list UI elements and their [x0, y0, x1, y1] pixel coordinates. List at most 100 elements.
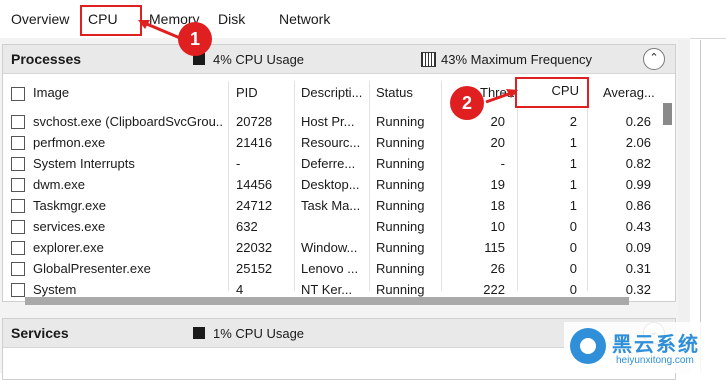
row-checkbox[interactable] [11, 283, 25, 297]
table-row[interactable]: System Interrupts - Deferre... Running - 1 0.8… [3, 153, 663, 174]
row-checkbox[interactable] [11, 241, 25, 255]
cell-status: Running [376, 177, 425, 192]
cell-desc: Resourc... [301, 135, 361, 150]
cpu-tab-highlight [80, 5, 142, 36]
step-badge-2: 2 [450, 86, 484, 120]
cell-cpu: 0 [569, 261, 577, 276]
processes-cpu-usage: 4% CPU Usage [213, 52, 305, 67]
cell-image: System [33, 282, 77, 297]
cell-cpu: 1 [569, 177, 577, 192]
cell-pid: 24712 [236, 198, 273, 213]
table-row[interactable]: explorer.exe 22032 Window... Running 115 0 0.0… [3, 237, 663, 258]
column-status[interactable]: Status [376, 85, 413, 100]
cell-pid: 4 [236, 282, 244, 297]
vertical-scrollbar-thumb[interactable] [663, 103, 672, 125]
cell-pid: 14456 [236, 177, 273, 192]
cell-status: Running [376, 261, 425, 276]
cell-status: Running [376, 219, 425, 234]
cpu-column-highlight: CPU [515, 77, 589, 108]
tab-overview[interactable]: Overview [11, 11, 69, 27]
cell-threads: 10 [490, 219, 505, 234]
cell-avg: 0.26 [625, 114, 651, 129]
row-checkbox[interactable] [11, 220, 25, 234]
processes-max-frequency: 43% Maximum Frequency [441, 52, 592, 67]
cell-status: Running [376, 198, 425, 213]
tab-network[interactable]: Network [279, 11, 330, 27]
processes-header[interactable]: Processes 4% CPU Usage 43% Maximum Frequ… [3, 45, 675, 74]
row-checkbox[interactable] [11, 136, 25, 150]
cell-image: services.exe [33, 219, 106, 234]
step-badge-1: 1 [178, 22, 212, 56]
row-checkbox[interactable] [11, 178, 25, 192]
cell-status: Running [376, 135, 425, 150]
row-checkbox[interactable] [11, 115, 25, 129]
cell-threads: 222 [483, 282, 505, 297]
tab-disk[interactable]: Disk [218, 11, 245, 27]
cell-desc: Desktop... [301, 177, 360, 192]
cell-pid: 21416 [236, 135, 273, 150]
table-row[interactable]: Taskmgr.exe 24712 Task Ma... Running 18 1 0.86 [3, 195, 663, 216]
arrow-icon [138, 20, 181, 40]
cpu-column-label: CPU [551, 83, 579, 98]
cloud-logo-icon [570, 328, 606, 364]
cell-cpu: 0 [569, 219, 577, 234]
horizontal-scrollbar[interactable] [25, 297, 629, 305]
cell-pid: 632 [236, 219, 258, 234]
table-row[interactable]: svchost.exe (ClipboardSvcGrou... 20728 Hos… [3, 111, 663, 132]
cell-desc: Deferre... [301, 156, 356, 171]
cell-cpu: 2 [569, 114, 577, 129]
table-row[interactable]: perfmon.exe 21416 Resourc... Running 20 1 2.06 [3, 132, 663, 153]
row-checkbox[interactable] [11, 157, 25, 171]
collapse-chevron-up-icon[interactable]: ⌃ [643, 48, 665, 70]
cell-desc: Host Pr... [301, 114, 355, 129]
cell-avg: 0.31 [625, 261, 651, 276]
processes-title: Processes [11, 51, 82, 67]
cell-image: svchost.exe (ClipboardSvcGrou... [33, 114, 223, 129]
cell-status: Running [376, 156, 425, 171]
column-average[interactable]: Averag... [603, 85, 655, 100]
select-all-checkbox[interactable] [11, 87, 25, 101]
watermark: 黑云系统 heiyunxitong.com [564, 322, 726, 373]
row-checkbox[interactable] [11, 262, 25, 276]
cell-pid: 22032 [236, 240, 273, 255]
cell-desc: Task Ma... [301, 198, 361, 213]
cell-pid: 20728 [236, 114, 273, 129]
cell-image: GlobalPresenter.exe [33, 261, 151, 276]
cell-cpu: 1 [569, 135, 577, 150]
cell-status: Running [376, 240, 425, 255]
cell-cpu: 0 [569, 282, 577, 297]
column-image[interactable]: Image [33, 85, 69, 100]
cell-image: dwm.exe [33, 177, 86, 192]
row-checkbox[interactable] [11, 199, 25, 213]
cell-image: explorer.exe [33, 240, 104, 255]
column-description[interactable]: Descripti... [301, 85, 362, 100]
cpu-usage-swatch [193, 327, 205, 339]
table-row[interactable]: GlobalPresenter.exe 25152 Lenovo ... Runnin… [3, 258, 663, 279]
cell-desc: Lenovo ... [301, 261, 359, 276]
cell-avg: 0.82 [625, 156, 651, 171]
cell-pid: 25152 [236, 261, 273, 276]
cell-status: Running [376, 282, 425, 297]
column-pid[interactable]: PID [236, 85, 258, 100]
table-row[interactable]: services.exe 632 Running 10 0 0.43 [3, 216, 663, 237]
cell-avg: 0.32 [625, 282, 651, 297]
cell-threads: 20 [490, 135, 505, 150]
cell-image: Taskmgr.exe [33, 198, 106, 213]
cell-cpu: 1 [569, 198, 577, 213]
cell-avg: 0.86 [625, 198, 651, 213]
cell-cpu: 0 [569, 240, 577, 255]
cell-threads: 19 [490, 177, 505, 192]
cell-desc: NT Ker... [301, 282, 353, 297]
cell-avg: 0.09 [625, 240, 651, 255]
cell-threads: 115 [484, 240, 505, 255]
watermark-text: 黑云系统 [612, 334, 700, 356]
table-row[interactable]: dwm.exe 14456 Desktop... Running 19 1 0.99 [3, 174, 663, 195]
cell-threads: 18 [490, 198, 505, 213]
services-cpu-usage: 1% CPU Usage [213, 326, 305, 341]
cell-avg: 0.99 [625, 177, 651, 192]
frequency-icon [421, 52, 436, 67]
services-title: Services [11, 325, 69, 341]
cell-threads: 26 [490, 261, 505, 276]
cell-avg: 2.06 [625, 135, 651, 150]
cell-desc: Window... [301, 240, 358, 255]
